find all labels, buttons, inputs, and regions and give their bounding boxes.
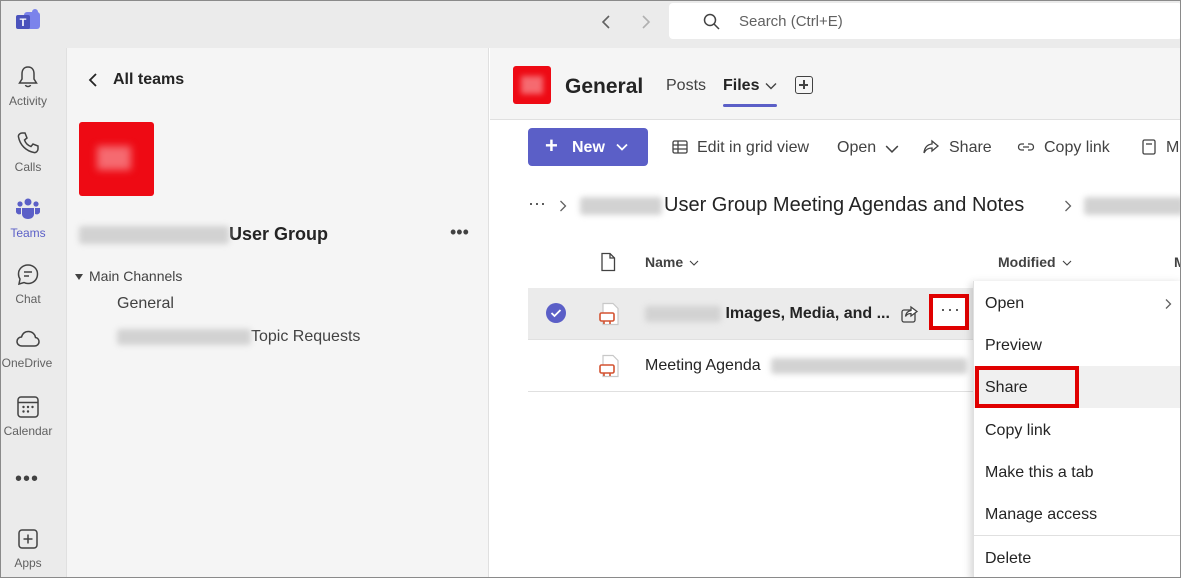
rail-item-calendar[interactable]: Calendar	[1, 386, 67, 448]
row-more-button[interactable]: ···	[929, 294, 969, 330]
chevron-down-icon	[616, 143, 628, 151]
column-truncated[interactable]: M	[1174, 254, 1180, 270]
redacted-text	[1084, 197, 1180, 215]
chat-icon	[17, 264, 39, 286]
chevron-down-icon	[689, 260, 699, 267]
teams-icon	[16, 198, 40, 219]
share-button[interactable]: Share	[949, 139, 992, 157]
grid-icon	[672, 140, 688, 154]
share-icon[interactable]	[900, 304, 920, 324]
menu-item-manage-access[interactable]: Manage access	[974, 493, 1180, 535]
chevron-left-icon	[88, 73, 97, 87]
chevron-down-icon[interactable]	[765, 81, 777, 91]
rail-more-icon[interactable]: •••	[15, 468, 39, 491]
search-input[interactable]: Search (Ctrl+E)	[669, 3, 1180, 39]
add-tab-icon[interactable]	[795, 76, 813, 94]
new-button[interactable]: + New	[528, 128, 648, 166]
link-icon	[1017, 143, 1035, 151]
breadcrumb-more-icon[interactable]: ···	[528, 193, 546, 214]
search-placeholder: Search (Ctrl+E)	[739, 13, 843, 30]
plus-icon: +	[545, 133, 558, 158]
team-avatar	[79, 122, 154, 196]
rail-item-onedrive[interactable]: OneDrive	[1, 318, 67, 380]
chevron-right-icon	[1165, 299, 1172, 309]
svg-text:T: T	[20, 17, 27, 29]
calendar-icon	[17, 396, 39, 418]
column-modified[interactable]: Modified	[998, 254, 1072, 270]
file-name[interactable]: Images, Media, and ...	[645, 305, 890, 323]
open-button[interactable]: Open	[837, 139, 876, 157]
menu-divider	[974, 535, 1180, 536]
teams-logo-icon: T	[16, 9, 40, 29]
channel-avatar	[513, 66, 551, 104]
files-toolbar: + New Edit in grid view Open Share Copy …	[490, 120, 1180, 176]
bell-icon	[18, 66, 38, 88]
redacted-text	[645, 305, 721, 322]
powerpoint-file-icon	[599, 302, 619, 326]
teams-window: T Search (Ctrl+E) Activity Calls Teams C…	[0, 0, 1181, 578]
channel-topic-requests[interactable]: Topic Requests	[117, 328, 360, 346]
menu-item-share[interactable]: Share	[974, 366, 1180, 408]
selected-check-icon[interactable]	[546, 303, 566, 323]
chevron-down-icon	[885, 145, 899, 153]
file-list-header: Name Modified M	[528, 240, 1180, 282]
tab-files[interactable]: Files	[723, 77, 779, 107]
app-rail: Activity Calls Teams Chat OneDrive Calen…	[1, 48, 67, 577]
column-name[interactable]: Name	[645, 254, 699, 270]
back-arrow-icon[interactable]	[597, 12, 617, 32]
team-more-icon[interactable]: •••	[450, 222, 469, 243]
caret-down-icon	[75, 274, 83, 281]
main-channels-header[interactable]: Main Channels	[75, 268, 182, 284]
cloud-icon	[16, 330, 40, 347]
redacted-text	[580, 197, 662, 215]
context-menu: Open Preview Share Copy link Make this a…	[973, 281, 1180, 577]
more-toolbar-button[interactable]: M	[1166, 139, 1179, 157]
menu-item-make-tab[interactable]: Make this a tab	[974, 451, 1180, 493]
document-icon	[1142, 139, 1156, 155]
phone-icon	[17, 132, 39, 154]
channel-header: General Posts Files	[490, 48, 1180, 120]
menu-item-copy-link[interactable]: Copy link	[974, 409, 1180, 451]
team-name[interactable]: User Group	[79, 224, 328, 245]
title-bar: T Search (Ctrl+E)	[1, 1, 1180, 48]
share-icon	[923, 139, 940, 154]
breadcrumb-folder[interactable]: User Group Meeting Agendas and Notes	[664, 194, 1024, 217]
file-name[interactable]: Meeting Agenda	[645, 357, 968, 375]
channel-general[interactable]: General	[117, 295, 174, 313]
rail-item-chat[interactable]: Chat	[1, 254, 67, 316]
copy-link-button[interactable]: Copy link	[1044, 139, 1110, 157]
menu-item-delete[interactable]: Delete	[974, 537, 1180, 577]
edit-grid-view-button[interactable]: Edit in grid view	[697, 139, 809, 157]
menu-item-preview[interactable]: Preview	[974, 324, 1180, 366]
search-icon	[703, 13, 720, 30]
team-panel: All teams User Group ••• Main Channels G…	[67, 48, 489, 577]
redacted-text	[117, 328, 251, 345]
powerpoint-file-icon	[599, 354, 619, 378]
rail-item-teams[interactable]: Teams	[1, 188, 67, 250]
chevron-down-icon	[1062, 260, 1071, 267]
menu-item-open[interactable]: Open	[974, 282, 1180, 324]
file-type-icon	[601, 252, 616, 272]
tab-posts[interactable]: Posts	[666, 77, 706, 95]
rail-item-calls[interactable]: Calls	[1, 122, 67, 184]
chevron-right-icon	[560, 200, 567, 212]
forward-arrow-icon[interactable]	[635, 12, 655, 32]
chevron-right-icon	[1065, 200, 1072, 212]
rail-item-activity[interactable]: Activity	[1, 56, 67, 118]
apps-icon	[18, 529, 38, 549]
redacted-text	[79, 226, 229, 245]
redacted-text	[771, 357, 968, 374]
channel-title: General	[565, 75, 644, 98]
rail-item-apps[interactable]: Apps	[1, 518, 67, 577]
